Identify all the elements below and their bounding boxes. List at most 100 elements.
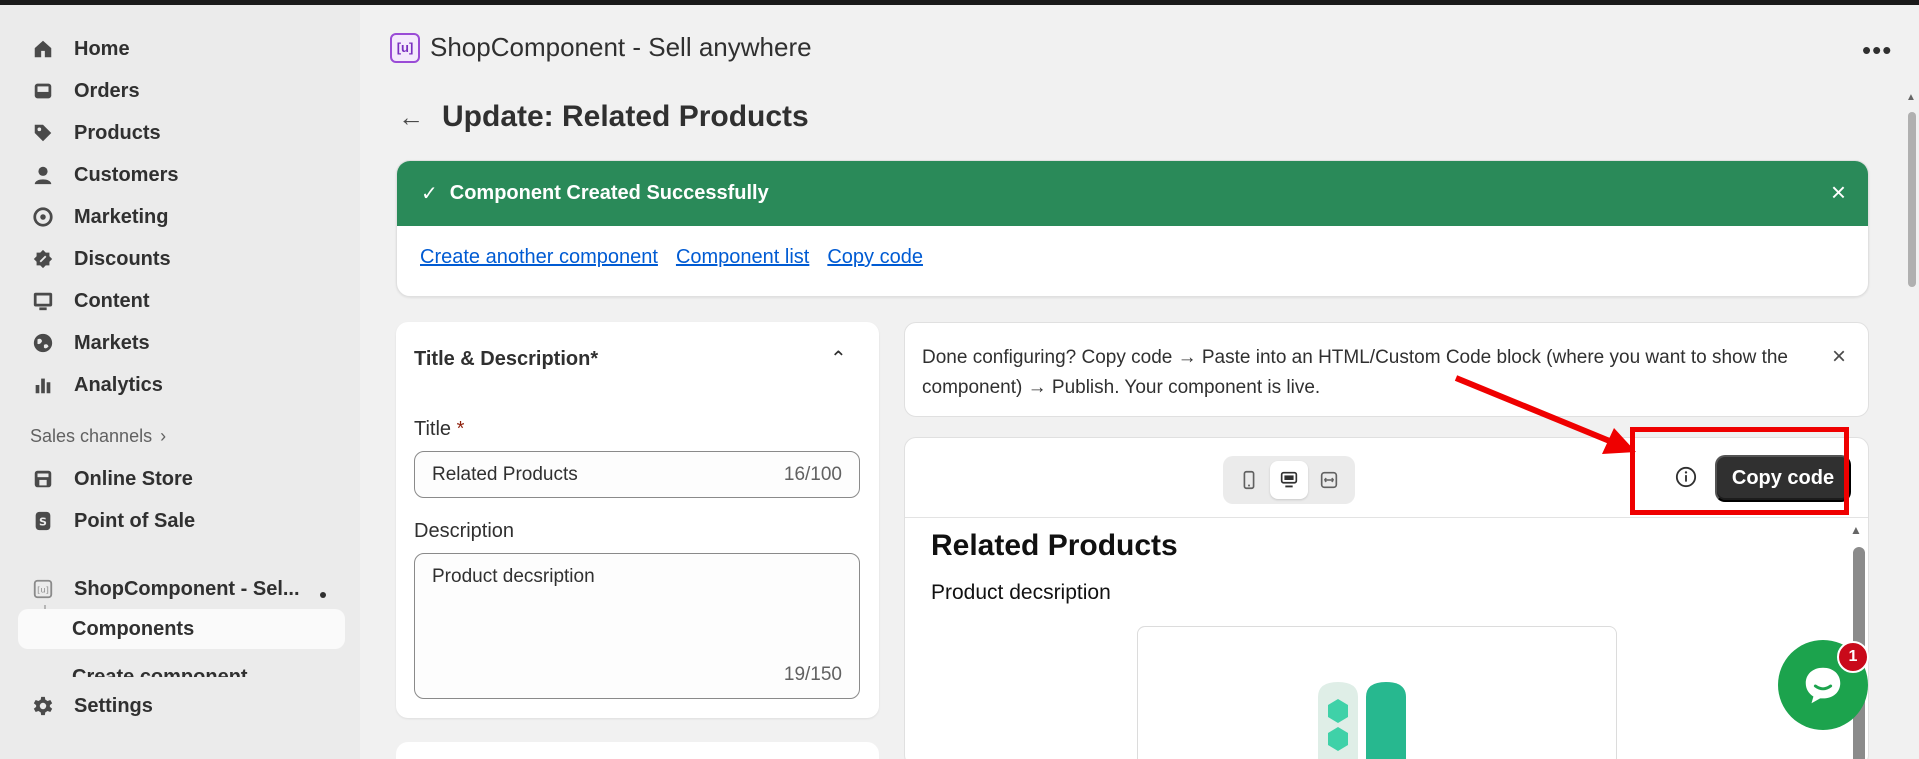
sidebar-item-label: Point of Sale [74, 509, 196, 532]
back-arrow-icon[interactable]: ← [398, 102, 424, 133]
chevron-up-icon[interactable]: ⌃ [830, 346, 847, 371]
full-width-view-button[interactable] [1310, 461, 1348, 499]
instructions-card: Done configuring? Copy code → Paste into… [904, 322, 1869, 417]
page-scroll-up-arrow-icon[interactable]: ▲ [1906, 92, 1916, 103]
mobile-view-button[interactable] [1230, 461, 1268, 499]
svg-text:[u]: [u] [37, 585, 49, 595]
sidebar-item-point-of-sale[interactable]: S Point of Sale [18, 502, 345, 540]
home-icon [30, 36, 56, 62]
app-title: ShopComponent - Sell anywhere [430, 32, 812, 62]
preview-body: Related Products Product decsription ▲ [905, 519, 1868, 759]
banner-header: ✓ Component Created Successfully [397, 161, 1868, 226]
sidebar-item-shopcomponent-app[interactable]: [u] ShopComponent - Sel... [18, 570, 345, 608]
app-header: [u] ShopComponent - Sell anywhere [390, 32, 812, 63]
sidebar-item-label: Marketing [74, 205, 169, 228]
bar-chart-icon [30, 372, 56, 398]
sales-channels-label: Sales channels [30, 426, 153, 446]
success-banner: ✓ Component Created Successfully × Creat… [396, 160, 1869, 297]
sidebar-item-orders[interactable]: Orders [18, 72, 345, 110]
instructions-text: Done configuring? Copy code → Paste into… [922, 347, 1789, 398]
sidebar-item-label: Markets [74, 331, 150, 354]
sidebar-item-label: ShopComponent - Sel... [74, 577, 300, 600]
sidebar-item-home[interactable]: Home [18, 30, 345, 68]
inbox-icon [30, 78, 56, 104]
close-icon[interactable]: × [1831, 177, 1846, 208]
store-icon [30, 466, 56, 492]
chat-notification-badge: 1 [1837, 641, 1869, 673]
sidebar-item-label: Analytics [74, 373, 163, 396]
description-label: Description [414, 520, 515, 542]
sidebar-item-label: Home [74, 37, 130, 60]
person-icon [30, 162, 56, 188]
sidebar-item-settings[interactable]: Settings [18, 687, 345, 725]
gear-icon [30, 693, 56, 719]
page-scrollbar[interactable] [1908, 112, 1916, 287]
banner-links: Create another component Component list … [397, 226, 1868, 269]
annotation-arrow-icon [1454, 375, 1636, 454]
sidebar-item-customers[interactable]: Customers [18, 156, 345, 194]
sidebar-item-markets[interactable]: Markets [18, 324, 345, 362]
sidebar-item-label: Orders [74, 79, 140, 102]
sidebar-item-label: Products [74, 121, 161, 144]
create-another-component-link[interactable]: Create another component [420, 246, 658, 269]
page-title: Update: Related Products [442, 100, 809, 133]
title-label: Title * [414, 418, 464, 441]
banner-message: Component Created Successfully [449, 182, 769, 204]
image-icon [30, 288, 56, 314]
sidebar-item-label: Discounts [74, 247, 171, 270]
sidebar-item-components[interactable]: Components [18, 609, 345, 649]
description-char-count: 19/150 [783, 664, 842, 685]
section-title: Title & Description* [414, 348, 599, 370]
sidebar-item-content[interactable]: Content [18, 282, 345, 320]
sidebar-item-label: Customers [74, 163, 179, 186]
sidebar-item-label: Settings [74, 694, 153, 717]
preview-heading: Related Products [931, 529, 1178, 562]
sidebar-item-analytics[interactable]: Analytics [18, 366, 345, 404]
product-image [1318, 682, 1406, 759]
device-toggle-group [1223, 456, 1355, 504]
sidebar-item-label: Online Store [74, 467, 193, 490]
sidebar-item-create-component[interactable]: Create component [72, 665, 248, 677]
sidebar-item-marketing[interactable]: Marketing [18, 198, 345, 236]
description-textarea[interactable]: Product decsription 19/150 [414, 553, 860, 699]
title-char-count: 16/100 [783, 464, 842, 485]
sidebar-item-discounts[interactable]: Discounts [18, 240, 345, 278]
sidebar-item-label: Content [74, 289, 150, 312]
title-input-value: Related Products [432, 464, 578, 485]
product-card[interactable] [1137, 626, 1617, 759]
chevron-right-icon: › [160, 426, 167, 446]
component-list-link[interactable]: Component list [676, 246, 809, 269]
pos-icon: S [30, 508, 56, 534]
discount-icon [30, 246, 56, 272]
app-logo-icon: [u] [30, 576, 56, 602]
desktop-view-button[interactable] [1270, 461, 1308, 499]
close-icon[interactable]: × [1832, 343, 1846, 371]
full-width-icon [1320, 471, 1338, 489]
sidebar-item-online-store[interactable]: Online Store [18, 460, 345, 498]
mobile-icon [1243, 470, 1255, 490]
copy-code-link[interactable]: Copy code [827, 246, 923, 269]
title-label-text: Title [414, 418, 452, 440]
description-value: Product decsription [432, 566, 595, 587]
svg-text:S: S [39, 516, 47, 529]
tag-icon [30, 120, 56, 146]
more-actions-button[interactable]: ••• [1862, 37, 1892, 63]
preview-description: Product decsription [931, 581, 1111, 604]
desktop-icon [1280, 471, 1298, 488]
unread-dot [320, 592, 326, 598]
next-section-card [396, 742, 879, 759]
title-input[interactable]: Related Products 16/100 [414, 451, 860, 498]
page-header: ← Update: Related Products [398, 100, 809, 134]
chat-icon [1805, 667, 1841, 704]
app-logo-icon: [u] [390, 32, 420, 63]
target-icon [30, 204, 56, 230]
globe-icon [30, 330, 56, 356]
sidebar-item-products[interactable]: Products [18, 114, 345, 152]
sidebar: Home Orders Products Customers Marketing… [0, 5, 360, 759]
scroll-up-arrow-icon[interactable]: ▲ [1850, 523, 1862, 537]
checkmark-icon: ✓ [421, 183, 438, 205]
sidebar-item-label: Components [72, 617, 195, 640]
required-mark: * [456, 418, 465, 440]
sales-channels-header[interactable]: Sales channels › [30, 426, 166, 447]
annotation-highlight-box [1630, 427, 1849, 515]
